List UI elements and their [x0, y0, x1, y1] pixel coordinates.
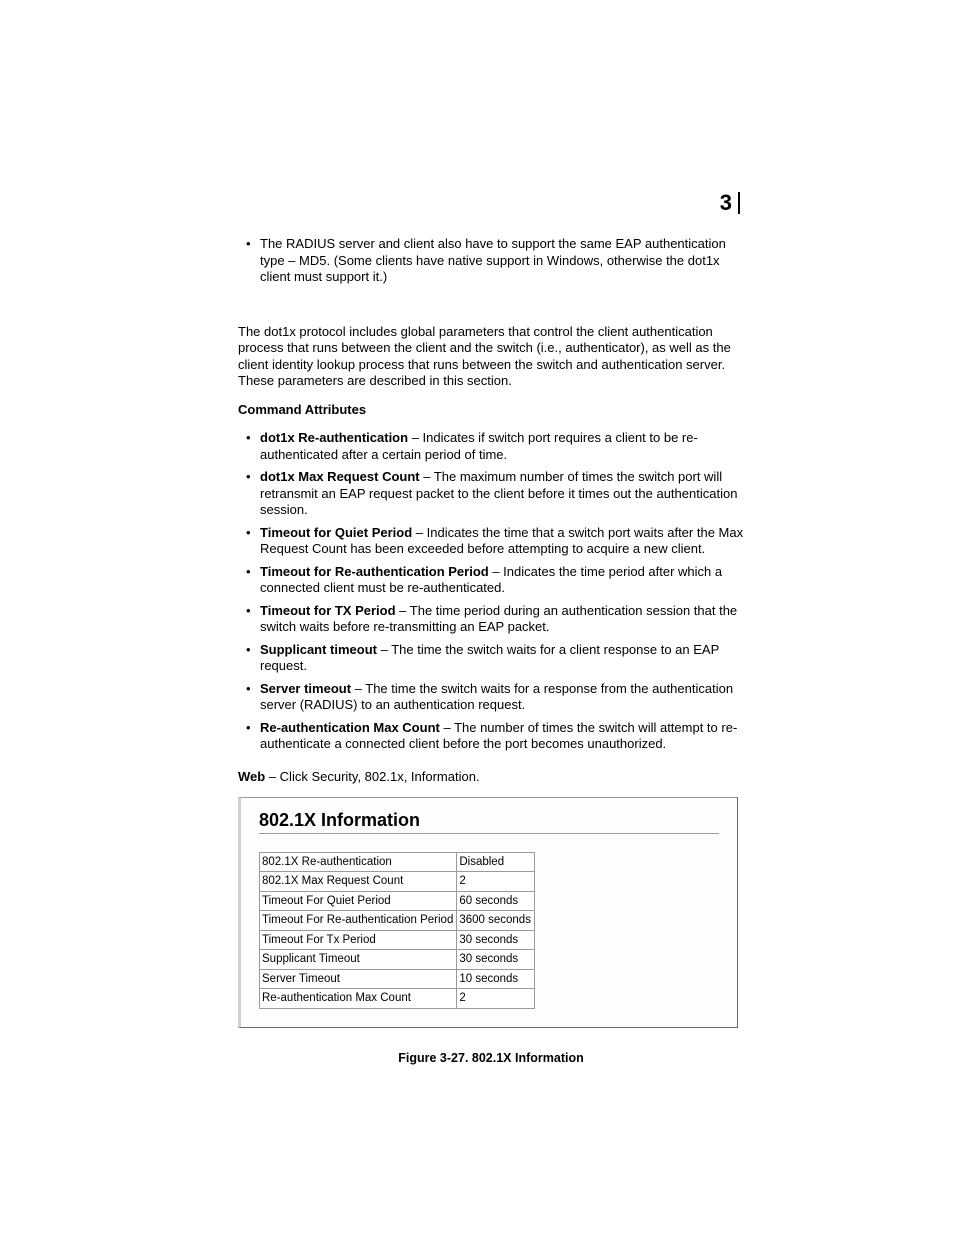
list-item: The RADIUS server and client also have t… [238, 236, 744, 286]
cell-value: 2 [457, 989, 535, 1009]
table-row: 802.1X Re-authenticationDisabled [260, 852, 535, 872]
cell-value: 2 [457, 872, 535, 892]
attr-term: dot1x Max Request Count [260, 469, 420, 484]
list-item: dot1x Re-authentication – Indicates if s… [238, 430, 744, 463]
list-item: Re-authentication Max Count – The number… [238, 720, 744, 753]
cell-label: Timeout For Tx Period [260, 930, 457, 950]
info-table: 802.1X Re-authenticationDisabled 802.1X … [259, 852, 535, 1009]
table-row: Server Timeout10 seconds [260, 969, 535, 989]
web-instruction: Web – Click Security, 802.1x, Informatio… [238, 769, 744, 786]
list-item: Timeout for Quiet Period – Indicates the… [238, 525, 744, 558]
divider [259, 833, 719, 834]
list-item: Timeout for TX Period – The time period … [238, 603, 744, 636]
list-item: Supplicant timeout – The time the switch… [238, 642, 744, 675]
attr-term: Supplicant timeout [260, 642, 377, 657]
cell-label: Re-authentication Max Count [260, 989, 457, 1009]
table-row: Re-authentication Max Count2 [260, 989, 535, 1009]
cell-label: Server Timeout [260, 969, 457, 989]
web-label: Web [238, 769, 265, 784]
table-row: Timeout For Re-authentication Period3600… [260, 911, 535, 931]
cell-value: 30 seconds [457, 950, 535, 970]
figure-caption: Figure 3-27. 802.1X Information [238, 1050, 744, 1067]
web-desc: – Click Security, 802.1x, Information. [265, 769, 479, 784]
cell-label: 802.1X Re-authentication [260, 852, 457, 872]
chapter-number: 3 [720, 192, 740, 214]
cell-label: 802.1X Max Request Count [260, 872, 457, 892]
cell-value: Disabled [457, 852, 535, 872]
attributes-list: dot1x Re-authentication – Indicates if s… [238, 430, 744, 753]
cell-label: Timeout For Re-authentication Period [260, 911, 457, 931]
panel-title: 802.1X Information [259, 812, 719, 829]
cell-value: 10 seconds [457, 969, 535, 989]
cell-value: 30 seconds [457, 930, 535, 950]
attr-term: Timeout for Re-authentication Period [260, 564, 489, 579]
cell-label: Timeout For Quiet Period [260, 891, 457, 911]
cell-value: 3600 seconds [457, 911, 535, 931]
attr-term: Server timeout [260, 681, 351, 696]
list-item: dot1x Max Request Count – The maximum nu… [238, 469, 744, 519]
cell-label: Supplicant Timeout [260, 950, 457, 970]
info-panel-screenshot: 802.1X Information 802.1X Re-authenticat… [238, 797, 738, 1028]
table-row: Timeout For Tx Period30 seconds [260, 930, 535, 950]
paragraph: The dot1x protocol includes global param… [238, 324, 744, 390]
attr-term: Timeout for Quiet Period [260, 525, 412, 540]
command-attributes-heading: Command Attributes [238, 402, 744, 419]
attr-term: Re-authentication Max Count [260, 720, 440, 735]
table-row: 802.1X Max Request Count2 [260, 872, 535, 892]
list-item: Timeout for Re-authentication Period – I… [238, 564, 744, 597]
attr-term: Timeout for TX Period [260, 603, 396, 618]
list-item: Server timeout – The time the switch wai… [238, 681, 744, 714]
content-body: The RADIUS server and client also have t… [238, 236, 744, 1066]
table-row: Supplicant Timeout30 seconds [260, 950, 535, 970]
page: 3 The RADIUS server and client also have… [0, 0, 954, 1235]
intro-list: The RADIUS server and client also have t… [238, 236, 744, 286]
table-row: Timeout For Quiet Period60 seconds [260, 891, 535, 911]
cell-value: 60 seconds [457, 891, 535, 911]
attr-term: dot1x Re-authentication [260, 430, 408, 445]
